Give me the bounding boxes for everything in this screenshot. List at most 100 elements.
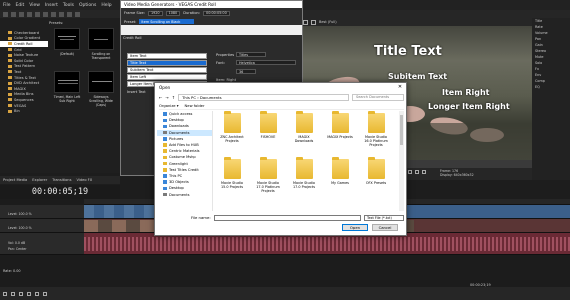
preset-thumb[interactable]: [88, 71, 114, 93]
loop-playback-icon[interactable]: [11, 291, 15, 296]
new-folder-button[interactable]: New folder: [185, 104, 205, 108]
pause-icon[interactable]: [35, 291, 39, 296]
nav-item-label: Costume Mshp: [169, 155, 196, 160]
folder-item[interactable]: My Games: [325, 157, 355, 203]
generator-tree-label: Text: [14, 69, 22, 74]
folder-item[interactable]: Movie Studio 15.0 Projects: [217, 157, 247, 203]
preset-caption: Timed, Main Left Sub Right: [53, 95, 81, 103]
credit-row[interactable]: Item Left: [127, 74, 207, 80]
address-bar[interactable]: This PC › Documents: [178, 93, 349, 101]
paste-icon[interactable]: [59, 11, 64, 17]
preset-thumb[interactable]: [54, 28, 80, 50]
rate-label: Rate: 0.00: [3, 269, 21, 273]
menu-view[interactable]: View: [29, 3, 40, 8]
menu-insert[interactable]: Insert: [45, 3, 58, 8]
filename-input[interactable]: [213, 214, 361, 221]
preset-label: Preset:: [124, 19, 137, 24]
play-from-start-icon[interactable]: [19, 291, 23, 296]
nav-item-label: Desktop: [169, 186, 184, 191]
track-header[interactable]: Level: 100.0 %: [0, 205, 84, 219]
play-icon[interactable]: [27, 291, 31, 296]
folder-name: Movie Studio 16.0 Platinum Projects: [364, 135, 388, 147]
menu-tools[interactable]: Tools: [63, 3, 74, 8]
split-screen-icon[interactable]: [311, 19, 316, 25]
tab-project-media[interactable]: Project Media: [3, 178, 27, 182]
folder-name: MAGIX Projects: [327, 135, 353, 139]
open-button[interactable]: Open: [342, 224, 368, 231]
credit-row[interactable]: Subitem Text: [127, 67, 207, 73]
generator-tree-label: Color Gradient: [14, 36, 41, 41]
search-input[interactable]: Search Documents: [352, 93, 404, 101]
preset-thumb[interactable]: [88, 28, 114, 50]
redo-icon[interactable]: [75, 11, 80, 17]
mixer-item[interactable]: EQ: [532, 84, 570, 90]
folder-name: My Games: [331, 181, 349, 185]
folder-item[interactable]: ZNC Architect Projects: [217, 111, 247, 157]
preview-quality[interactable]: Best (Full): [319, 20, 337, 24]
folder-item[interactable]: Movie Studio 16.0 Platinum Projects: [361, 111, 391, 157]
folder-item[interactable]: Movie Studio 17.0 Projects: [289, 157, 319, 203]
filetype-dropdown[interactable]: Text File (*.txt): [364, 214, 404, 221]
folder-item[interactable]: MAGIX Projects: [325, 111, 355, 157]
settings-icon[interactable]: [303, 19, 308, 25]
insert-text-label[interactable]: Insert Text: [127, 90, 146, 94]
nav-item-label: Test Titles Credit: [169, 167, 199, 172]
credit-row-selected[interactable]: Title Text: [127, 60, 207, 66]
open-icon[interactable]: [11, 11, 16, 17]
frame-width-input[interactable]: 1920: [147, 10, 163, 16]
back-icon[interactable]: ←: [159, 95, 162, 100]
folder-icon: [368, 111, 385, 133]
properties-dropdown[interactable]: Titles: [236, 52, 266, 57]
new-icon[interactable]: [3, 11, 8, 17]
nav-item[interactable]: Documents: [157, 191, 212, 197]
frame-height-input[interactable]: 1080: [165, 10, 181, 16]
tab-video-fx[interactable]: Video FX: [76, 178, 92, 182]
file-list-scrollbar[interactable]: [399, 111, 404, 211]
copy-icon[interactable]: [51, 11, 56, 17]
stop-icon[interactable]: [43, 291, 47, 296]
font-size-input[interactable]: 36: [236, 69, 256, 74]
track-pan-label: Pan: Center: [8, 247, 27, 251]
play-icon[interactable]: [408, 170, 412, 174]
generator-tree-label: Test Pattern: [14, 64, 36, 69]
organize-button[interactable]: Organize ▾: [159, 104, 179, 108]
vmg-titlebar[interactable]: Video Media Generators - VEGAS Credit Ro…: [121, 1, 302, 8]
preset-thumb[interactable]: [54, 71, 80, 93]
preset-dropdown[interactable]: Item Scrolling on Black: [139, 19, 195, 24]
tab-explorer[interactable]: Explorer: [32, 178, 47, 182]
credit-row[interactable]: Item Text: [127, 53, 207, 59]
folder-item[interactable]: MAGIX Downloads: [289, 111, 319, 157]
dialog-titlebar[interactable]: Open: [155, 83, 406, 91]
track-level-label: Level: 100.0 %: [8, 212, 32, 216]
track-header[interactable]: Level: 100.0 %: [0, 219, 84, 233]
folder-item[interactable]: Movie Studio 17.0 Platinum Projects: [253, 157, 283, 203]
menu-help[interactable]: Help: [101, 3, 111, 8]
folder-item[interactable]: FISHOVE: [253, 111, 283, 157]
menu-file[interactable]: File: [3, 3, 11, 8]
up-icon[interactable]: ↑: [172, 95, 175, 100]
filename-row: File name: Text File (*.txt): [159, 214, 404, 221]
record-icon[interactable]: [3, 291, 7, 296]
save-icon[interactable]: [19, 11, 24, 17]
close-icon[interactable]: ✕: [394, 83, 406, 91]
loop-icon[interactable]: [422, 170, 426, 174]
generator-tree-item[interactable]: Bin: [0, 108, 48, 114]
properties-icon[interactable]: [27, 11, 32, 17]
cancel-button[interactable]: Cancel: [372, 224, 398, 231]
audio-track-lane[interactable]: [84, 233, 570, 255]
font-dropdown[interactable]: Helvetica: [236, 60, 296, 65]
tab-transitions[interactable]: Transitions: [52, 178, 71, 182]
undo-icon[interactable]: [67, 11, 72, 17]
menu-options[interactable]: Options: [79, 3, 96, 8]
duration-input[interactable]: 00:00:05:00: [203, 10, 230, 16]
cut-icon[interactable]: [43, 11, 48, 17]
forward-icon[interactable]: →: [165, 95, 168, 100]
menu-edit[interactable]: Edit: [16, 3, 25, 8]
dialog-file-list: ZNC Architect Projects FISHOVE MAGIX Downl…: [215, 111, 397, 211]
stop-icon[interactable]: [415, 170, 419, 174]
folder-icon: [163, 174, 167, 178]
preset-caption: Sideways Scrolling, Wide (Caps): [89, 95, 113, 107]
track-header[interactable]: Vol: 0.0 dB Pan: Center: [0, 233, 84, 255]
folder-item[interactable]: OFX Presets: [361, 157, 391, 203]
render-icon[interactable]: [35, 11, 40, 17]
